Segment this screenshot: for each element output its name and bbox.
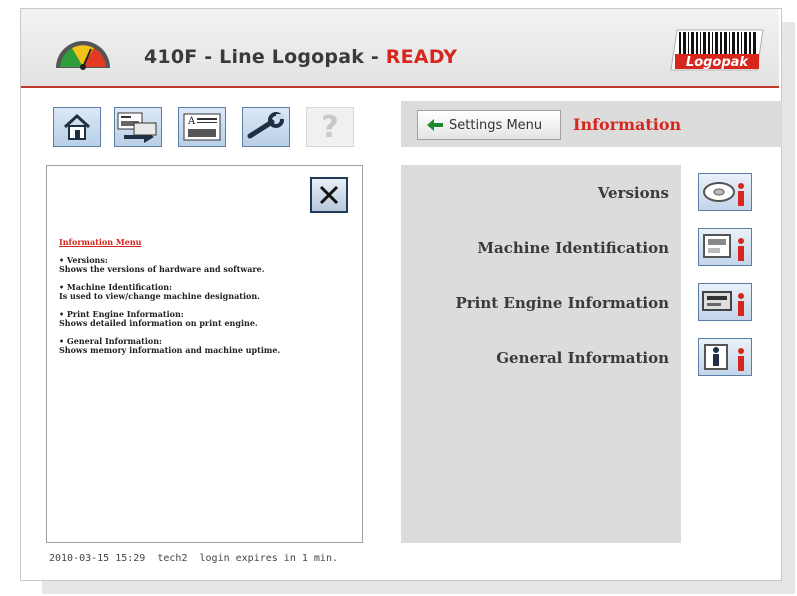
help-item: • Machine Identification: Is used to vie… [59,283,349,301]
help-item-body: Shows the versions of hardware and softw… [59,264,265,274]
status-gauge-icon [56,41,110,70]
help-item-body: Is used to view/change machine designati… [59,291,260,301]
label-editor-button[interactable]: A [178,107,226,147]
help-item: • General Information: Shows memory info… [59,337,349,355]
label-transfer-icon [117,112,157,143]
menu-item-print-engine-information[interactable]: Print Engine Information [455,294,669,312]
help-icon: ? [321,109,339,145]
svg-text:Logopak: Logopak [686,55,750,70]
general-info-icon[interactable] [698,338,752,376]
logopak-logo: Logopak [670,29,764,71]
machine-state-badge: READY [385,46,458,68]
help-item: • Print Engine Information: Shows detail… [59,310,349,328]
help-item-body: Shows detailed information on print engi… [59,318,258,328]
header-divider [21,86,779,88]
menu-item-machine-identification[interactable]: Machine Identification [477,239,669,257]
label-transfer-button[interactable] [114,107,162,147]
machine-name: 410F - Line Logopak - [144,46,386,68]
help-item-body: Shows memory information and machine upt… [59,345,281,355]
wrench-icon [247,112,284,139]
home-icon [63,113,91,140]
settings-menu-back-button[interactable]: Settings Menu [417,110,561,140]
label-editor-icon: A [183,113,221,141]
status-bar: 2010-03-15 15:29 tech2 login expires in … [49,553,338,564]
home-button[interactable] [53,107,101,147]
print-engine-info-icon[interactable] [698,283,752,321]
help-button[interactable]: ? [306,107,354,147]
menu-item-versions[interactable]: Versions [598,184,669,202]
machine-identification-info-icon[interactable] [698,228,752,266]
versions-info-icon[interactable] [698,173,752,211]
page-shadow-right [781,22,795,592]
menu-item-general-information[interactable]: General Information [496,349,669,367]
help-item: • Versions: Shows the versions of hardwa… [59,256,349,274]
back-arrow-icon [427,119,443,131]
svg-text:A: A [187,116,196,127]
breadcrumb-current: Information [573,115,682,134]
close-icon [319,185,339,205]
settings-button[interactable] [242,107,290,147]
close-help-button[interactable] [310,177,348,213]
help-title: Information Menu [59,237,142,247]
help-content: Information Menu • Versions: Shows the v… [59,238,349,364]
back-button-label: Settings Menu [449,117,543,133]
page-title: 410F - Line Logopak - READY [144,46,457,68]
page-shadow-bottom [42,580,795,594]
